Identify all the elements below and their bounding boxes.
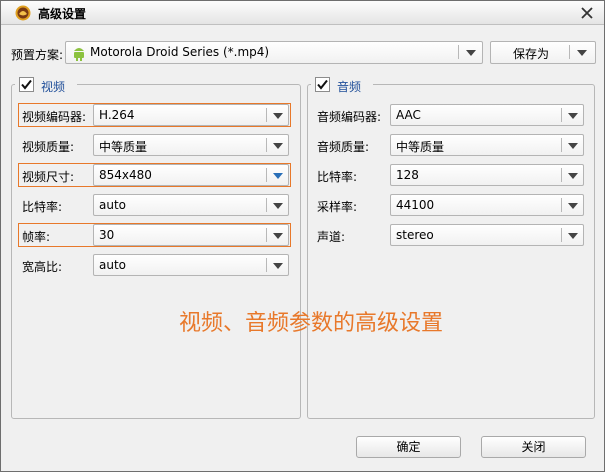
checkmark-icon xyxy=(317,79,328,90)
channels-value: stereo xyxy=(396,228,434,242)
audio-group-title: 音频 xyxy=(337,80,362,94)
aspect-ratio-select[interactable]: auto xyxy=(93,254,289,276)
save-as-label: 保存为 xyxy=(513,47,550,61)
sample-rate-value: 44100 xyxy=(396,198,435,212)
video-enable-checkbox[interactable] xyxy=(19,77,34,92)
video-bitrate-select[interactable]: auto xyxy=(93,194,289,216)
channels-label: 声道: xyxy=(317,230,346,244)
window-title: 高级设置 xyxy=(38,7,87,21)
video-group-header: 视频 xyxy=(15,77,77,95)
audio-encoder-select[interactable]: AAC xyxy=(390,104,584,126)
video-encoder-highlight xyxy=(18,103,291,127)
video-size-highlight xyxy=(18,163,291,187)
chevron-down-icon xyxy=(568,203,578,209)
chevron-down-icon xyxy=(568,113,578,119)
divider xyxy=(266,138,267,152)
divider xyxy=(569,45,570,59)
sample-rate-select[interactable]: 44100 xyxy=(390,194,584,216)
game-controller-icon xyxy=(15,5,31,21)
preset-value: Motorola Droid Series (*.mp4) xyxy=(90,45,270,59)
android-icon xyxy=(74,48,84,61)
channels-select[interactable]: stereo xyxy=(390,224,584,246)
video-quality-label: 视频质量: xyxy=(22,140,75,154)
chevron-down-icon xyxy=(273,203,283,209)
preset-label: 预置方案: xyxy=(11,48,64,62)
divider xyxy=(266,198,267,212)
divider xyxy=(561,228,562,242)
chevron-down-icon xyxy=(568,173,578,179)
sample-rate-label: 采样率: xyxy=(317,200,358,214)
frame-rate-highlight xyxy=(18,223,291,247)
ok-button[interactable]: 确定 xyxy=(356,436,461,458)
close-button[interactable]: 关闭 xyxy=(481,436,586,458)
video-group-title: 视频 xyxy=(41,80,66,94)
divider xyxy=(561,138,562,152)
audio-group-header: 音频 xyxy=(311,77,373,95)
divider xyxy=(561,198,562,212)
divider xyxy=(561,168,562,182)
aspect-ratio-label: 宽高比: xyxy=(22,260,63,274)
video-quality-value: 中等质量 xyxy=(99,140,148,154)
video-quality-select[interactable]: 中等质量 xyxy=(93,134,289,156)
preset-select[interactable]: Motorola Droid Series (*.mp4) xyxy=(65,41,483,64)
audio-enable-checkbox[interactable] xyxy=(315,77,330,92)
audio-quality-select[interactable]: 中等质量 xyxy=(390,134,584,156)
audio-bitrate-value: 128 xyxy=(396,168,419,182)
video-bitrate-label: 比特率: xyxy=(22,200,63,214)
divider xyxy=(561,108,562,122)
divider xyxy=(458,45,459,59)
audio-bitrate-select[interactable]: 128 xyxy=(390,164,584,186)
audio-encoder-value: AAC xyxy=(396,108,421,122)
title-bar: 高级设置 xyxy=(1,1,604,25)
divider xyxy=(266,258,267,272)
audio-bitrate-label: 比特率: xyxy=(317,170,358,184)
chevron-down-icon xyxy=(577,50,587,56)
save-as-button[interactable]: 保存为 xyxy=(490,41,596,64)
video-bitrate-value: auto xyxy=(99,198,127,212)
checkmark-icon xyxy=(21,79,32,90)
audio-quality-value: 中等质量 xyxy=(396,140,445,154)
chevron-down-icon xyxy=(273,263,283,269)
chevron-down-icon xyxy=(568,233,578,239)
advanced-settings-dialog: 高级设置 预置方案: Motorola Droid Series (*.mp4)… xyxy=(0,0,605,472)
annotation-text: 视频、音频参数的高级设置 xyxy=(179,311,444,336)
aspect-ratio-value: auto xyxy=(99,258,127,272)
chevron-down-icon xyxy=(273,143,283,149)
chevron-down-icon xyxy=(568,143,578,149)
audio-quality-label: 音频质量: xyxy=(317,140,370,154)
chevron-down-icon xyxy=(466,50,476,56)
close-icon[interactable] xyxy=(578,4,596,22)
audio-encoder-label: 音频编码器: xyxy=(317,110,382,124)
